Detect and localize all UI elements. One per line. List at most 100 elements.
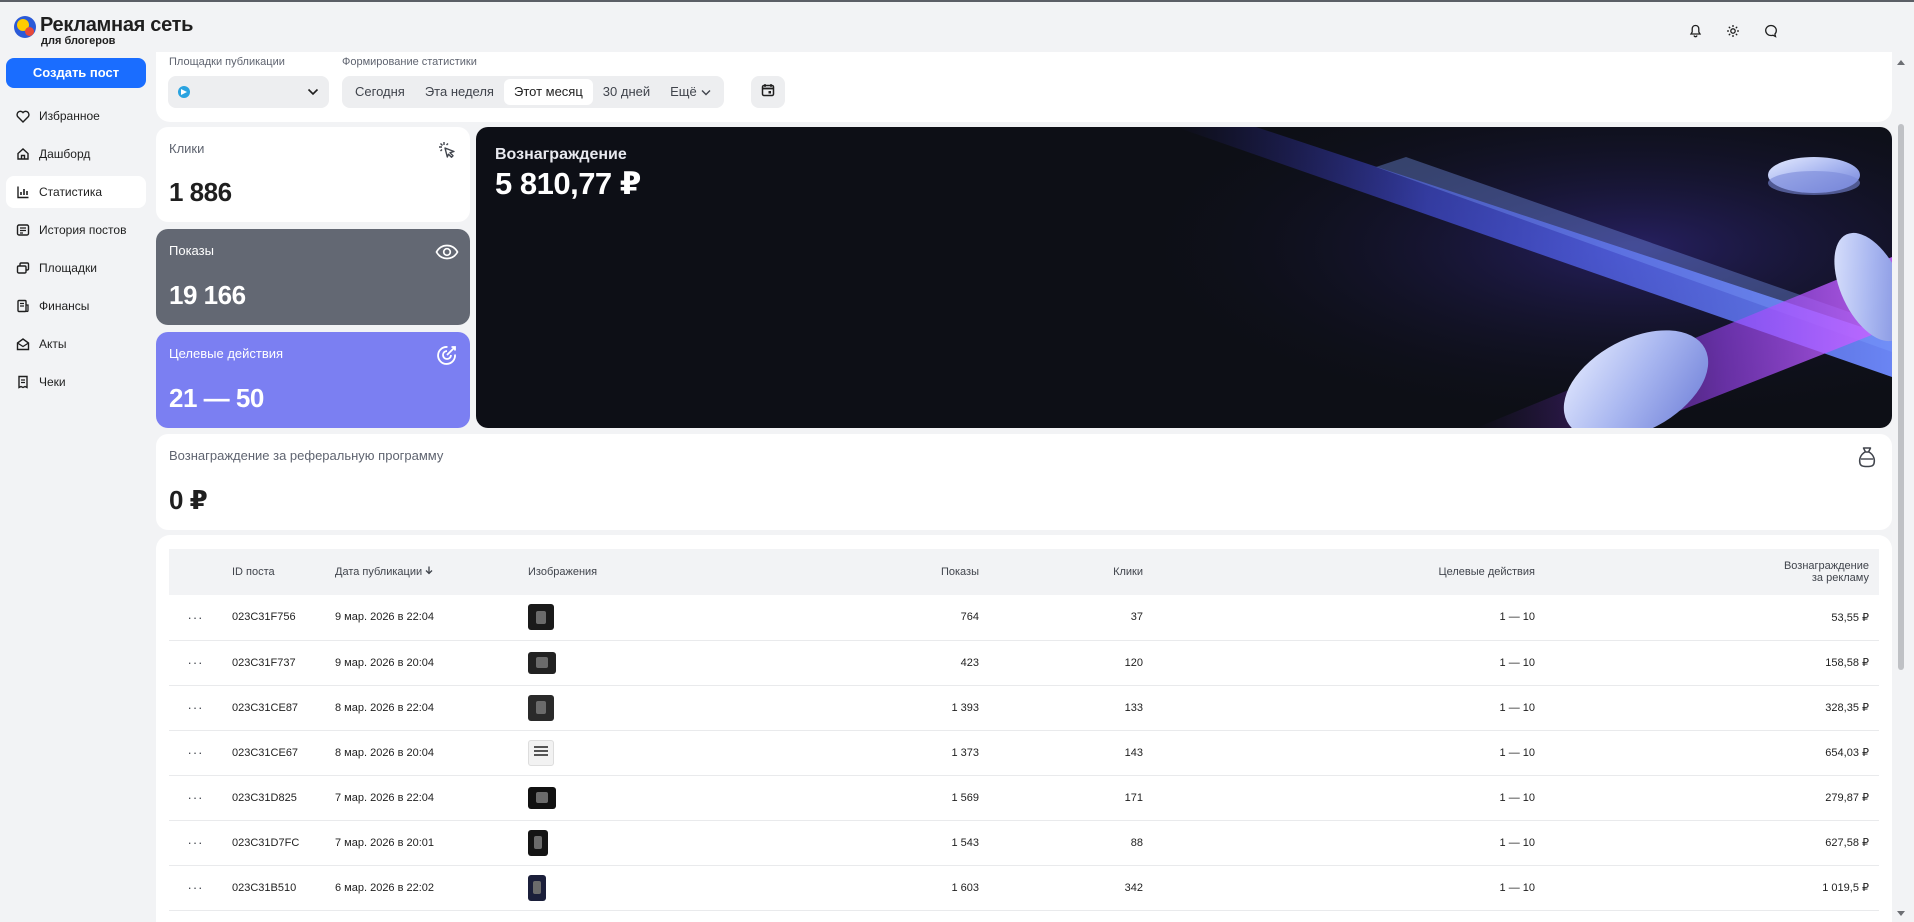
publish-date-cell: 8 мар. 2026 в 22:04	[335, 701, 435, 714]
views-cell: 1 603	[951, 881, 979, 894]
post-id-cell: 023C31B510	[232, 881, 297, 894]
sidebar-item-post-history[interactable]: История постов	[6, 214, 146, 246]
views-cell: 1 373	[951, 746, 979, 759]
reward-cell: 627,58 ₽	[1825, 837, 1869, 849]
views-label: Показы	[169, 243, 214, 258]
platforms-icon	[15, 260, 31, 276]
publish-date-cell: 9 мар. 2026 в 20:04	[335, 656, 435, 669]
post-image-thumbnail[interactable]	[528, 604, 554, 631]
row-menu-button[interactable]: ···	[169, 595, 222, 640]
table-row[interactable]: ··· 023C31D825 7 мар. 2026 в 22:04 1 569 171…	[169, 775, 1879, 820]
table-header-row: ID поста Дата публикации Изображения Пок…	[169, 549, 1879, 595]
sidebar-item-label: Чеки	[39, 375, 66, 389]
clicks-cell: 133	[1124, 701, 1143, 714]
header-actions	[169, 549, 222, 595]
publish-date-cell: 7 мар. 2026 в 22:04	[335, 791, 435, 804]
scrollbar-thumb[interactable]	[1898, 124, 1904, 670]
image-cell	[518, 685, 767, 730]
target-actions-card: Целевые действия 21 — 50	[156, 332, 470, 428]
row-menu-button[interactable]: ···	[169, 820, 222, 865]
header-reward[interactable]: Вознаграждение за рекламу	[1545, 549, 1879, 595]
platforms-select[interactable]	[168, 76, 329, 108]
post-id-cell: 023C31D7FC	[232, 836, 300, 849]
reward-cell: 158,58 ₽	[1825, 657, 1869, 669]
more-label: Ещё	[670, 84, 697, 99]
bell-icon[interactable]	[1686, 22, 1704, 40]
post-image-thumbnail[interactable]	[528, 829, 548, 856]
reward-value: 5 810,77 ₽	[495, 166, 641, 201]
gear-icon[interactable]	[1724, 22, 1742, 40]
clicks-cell: 88	[1130, 836, 1143, 849]
sidebar-item-finance[interactable]: Финансы	[6, 290, 146, 322]
post-id-cell: 023C31F737	[232, 656, 296, 669]
chat-icon[interactable]	[1762, 22, 1780, 40]
heart-icon	[15, 108, 31, 124]
page-scrollbar[interactable]	[1895, 56, 1907, 922]
table-row[interactable]: ··· 023C31F737 9 мар. 2026 в 20:04 423 120 1 …	[169, 640, 1879, 685]
create-post-button[interactable]: Создать пост	[6, 58, 146, 88]
image-cell	[518, 595, 767, 640]
header-publish-date[interactable]: Дата публикации	[325, 549, 518, 595]
views-cell: 1 569	[951, 791, 979, 804]
post-image-thumbnail[interactable]	[528, 739, 554, 766]
header-post-id[interactable]: ID поста	[222, 549, 325, 595]
header-reward-line1: Вознаграждение	[1783, 560, 1869, 572]
post-image-thumbnail[interactable]	[528, 786, 556, 809]
image-cell	[518, 640, 767, 685]
clicks-cell: 342	[1124, 881, 1143, 894]
reward-banner-illustration	[1036, 127, 1892, 428]
period-30-days[interactable]: 30 дней	[593, 79, 660, 105]
scroll-down-arrow-icon[interactable]	[1897, 911, 1905, 916]
row-menu-button[interactable]: ···	[169, 730, 222, 775]
logo[interactable]: Рекламная сеть для блогеров	[14, 14, 193, 47]
views-card: Показы 19 166	[156, 229, 470, 325]
target-actions-label: Целевые действия	[169, 346, 284, 361]
post-image-thumbnail[interactable]	[528, 874, 546, 901]
post-image-thumbnail[interactable]	[528, 694, 554, 721]
period-today[interactable]: Сегодня	[345, 79, 415, 105]
sidebar-item-label: Статистика	[39, 185, 103, 199]
row-menu-button[interactable]: ···	[169, 775, 222, 820]
target-actions-cell: 1 — 10	[1499, 791, 1535, 804]
sidebar-item-favorites[interactable]: Избранное	[6, 100, 146, 132]
clicks-cell: 120	[1124, 656, 1143, 669]
sidebar-item-receipts[interactable]: Чеки	[6, 366, 146, 398]
image-cell	[518, 730, 767, 775]
posts-table-panel: ID поста Дата публикации Изображения Пок…	[156, 535, 1892, 922]
table-row[interactable]: ··· 023C31F756 9 мар. 2026 в 22:04 764 37 1 —…	[169, 595, 1879, 640]
sort-arrow-down-icon	[425, 566, 433, 578]
header-target-actions[interactable]: Целевые действия	[1153, 549, 1545, 595]
table-row[interactable]: ··· 023C31CE67 8 мар. 2026 в 20:04 1 373 143…	[169, 730, 1879, 775]
post-image-thumbnail[interactable]	[528, 651, 556, 674]
row-menu-button[interactable]: ···	[169, 685, 222, 730]
publish-date-cell: 8 мар. 2026 в 20:04	[335, 746, 435, 759]
sidebar-item-label: Площадки	[39, 261, 97, 275]
period-this-week[interactable]: Эта неделя	[415, 79, 504, 105]
sidebar-item-statistics[interactable]: Статистика	[6, 176, 146, 208]
publish-date-cell: 7 мар. 2026 в 20:01	[335, 836, 435, 849]
period-filter-label: Формирование статистики	[342, 56, 477, 68]
table-row[interactable]: ··· 023C31CE87 8 мар. 2026 в 22:04 1 393 133…	[169, 685, 1879, 730]
sidebar-item-platforms[interactable]: Площадки	[6, 252, 146, 284]
table-row[interactable]: ··· 023C31B510 6 мар. 2026 в 22:02 1 603 342…	[169, 865, 1879, 910]
eye-icon	[434, 239, 460, 265]
reward-card: Вознаграждение 5 810,77 ₽	[476, 127, 1892, 428]
sidebar-item-acts[interactable]: Акты	[6, 328, 146, 360]
scroll-up-arrow-icon[interactable]	[1897, 60, 1905, 65]
table-row[interactable]: ··· 023C31D7FC 7 мар. 2026 в 20:01 1 543 88 1…	[169, 820, 1879, 865]
header-clicks[interactable]: Клики	[989, 549, 1153, 595]
sidebar-item-dashboard[interactable]: Дашборд	[6, 138, 146, 170]
views-cell: 423	[960, 656, 979, 669]
header-views[interactable]: Показы	[767, 549, 989, 595]
image-cell	[518, 865, 767, 910]
target-icon	[434, 342, 460, 368]
row-menu-button[interactable]: ···	[169, 865, 222, 910]
period-more[interactable]: Ещё	[660, 79, 721, 105]
chevron-down-icon	[307, 83, 319, 101]
receipt-icon	[15, 374, 31, 390]
chevron-down-icon	[701, 79, 711, 105]
period-this-month[interactable]: Этот месяц	[503, 79, 593, 105]
calendar-button[interactable]	[751, 76, 785, 108]
header-images: Изображения	[528, 566, 598, 578]
row-menu-button[interactable]: ···	[169, 640, 222, 685]
